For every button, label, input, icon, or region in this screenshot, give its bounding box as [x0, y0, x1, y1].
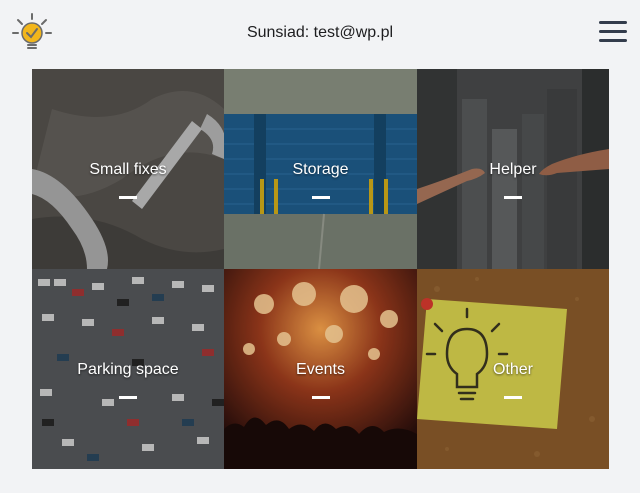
label-underline — [119, 396, 137, 399]
category-tile-storage[interactable]: Storage — [224, 69, 417, 269]
category-label: Storage — [292, 161, 349, 178]
label-underline — [504, 196, 522, 199]
category-label: Small fixes — [89, 161, 167, 178]
category-label: Other — [492, 361, 533, 378]
category-tile-events[interactable]: Events — [224, 269, 417, 469]
category-tile-parking-space[interactable]: Parking space — [32, 269, 224, 469]
label-underline — [119, 196, 137, 199]
category-label: Events — [296, 361, 345, 378]
label-underline — [504, 396, 522, 399]
category-label: Parking space — [77, 361, 179, 378]
hamburger-menu-icon[interactable] — [599, 21, 627, 43]
label-underline — [311, 396, 330, 399]
category-tile-small-fixes[interactable]: Small fixes — [32, 69, 224, 269]
category-grid: Small fixes Storage Helper Parking space… — [32, 69, 609, 469]
category-tile-other[interactable]: Other — [417, 269, 609, 469]
category-tile-helper[interactable]: Helper — [417, 69, 609, 269]
header: Sunsiad: test@wp.pl — [0, 0, 640, 68]
label-underline — [311, 196, 330, 199]
category-label: Helper — [489, 161, 537, 178]
page-title: Sunsiad: test@wp.pl — [246, 24, 394, 41]
